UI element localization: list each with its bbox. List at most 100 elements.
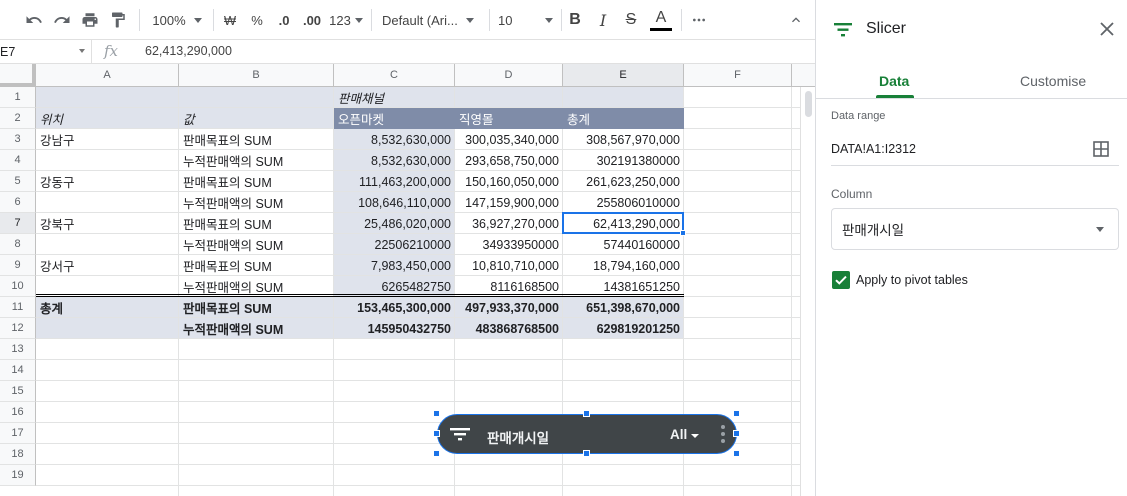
zoom-select[interactable]: 100%	[150, 6, 204, 34]
more-options-icon[interactable]	[688, 6, 710, 34]
pivot-value-cell[interactable]: 10,810,710,000	[455, 255, 563, 276]
row-header[interactable]: 17	[0, 423, 36, 444]
pivot-group-header[interactable]: 판매채널	[334, 87, 455, 108]
pivot-value-cell[interactable]: 36,927,270,000	[455, 213, 563, 234]
print-icon[interactable]	[78, 6, 102, 34]
pivot-value-cell[interactable]: 147,159,900,000	[455, 192, 563, 213]
percent-button[interactable]: %	[247, 6, 267, 34]
pivot-total-value-label[interactable]: 판매목표의 SUM	[179, 297, 334, 318]
select-all-corner[interactable]	[0, 64, 36, 87]
pivot-value-label[interactable]: 누적판매액의 SUM	[179, 234, 334, 255]
row-header[interactable]: 15	[0, 381, 36, 402]
pivot-value-label[interactable]: 판매목표의 SUM	[179, 255, 334, 276]
data-range-input[interactable]: DATA!A1:I2312	[831, 142, 916, 156]
currency-button[interactable]: ₩	[220, 6, 240, 34]
row-header[interactable]: 14	[0, 360, 36, 381]
slicer-filter-value[interactable]: All	[670, 427, 687, 442]
row-header[interactable]: 13	[0, 339, 36, 360]
row-header[interactable]: 6	[0, 192, 36, 213]
pivot-total-label[interactable]: 총계	[36, 297, 179, 318]
column-header[interactable]: B	[179, 64, 334, 87]
column-header[interactable]: A	[36, 64, 179, 87]
pivot-value-cell[interactable]: 300,035,340,000	[455, 129, 563, 150]
font-select[interactable]: Default (Ari...	[382, 6, 482, 34]
pivot-row-label[interactable]: 강남구	[36, 129, 179, 150]
pivot-value-label[interactable]: 누적판매액의 SUM	[179, 150, 334, 171]
pivot-value-label[interactable]: 누적판매액의 SUM	[179, 192, 334, 213]
pivot-value-cell[interactable]: 255806010000	[563, 192, 684, 213]
pivot-total-cell[interactable]: 629819201250	[563, 318, 684, 339]
pivot-value-cell[interactable]: 22506210000	[334, 234, 455, 255]
resize-handle[interactable]	[583, 450, 590, 457]
more-vert-icon[interactable]	[721, 424, 725, 449]
pivot-value-label[interactable]: 판매목표의 SUM	[179, 171, 334, 192]
pivot-value-label[interactable]: 판매목표의 SUM	[179, 129, 334, 150]
pivot-value-cell[interactable]: 7,983,450,000	[334, 255, 455, 276]
pivot-total-cell[interactable]: 145950432750	[334, 318, 455, 339]
strikethrough-button[interactable]: S	[621, 6, 641, 34]
pivot-value-cell[interactable]: 293,658,750,000	[455, 150, 563, 171]
pivot-value-cell[interactable]: 25,486,020,000	[334, 213, 455, 234]
row-header[interactable]: 8	[0, 234, 36, 255]
resize-handle[interactable]	[433, 430, 440, 437]
row-header[interactable]: 3	[0, 129, 36, 150]
grid-select-icon[interactable]	[1093, 141, 1109, 162]
slicer-widget[interactable]: 판매개시일 All	[433, 410, 740, 457]
pivot-total-label[interactable]	[36, 318, 179, 339]
row-header[interactable]: 1	[0, 87, 36, 108]
pivot-total-cell[interactable]: 153,465,300,000	[334, 297, 455, 318]
row-header[interactable]: 19	[0, 465, 36, 486]
row-header[interactable]: 9	[0, 255, 36, 276]
pivot-value-cell[interactable]: 57440160000	[563, 234, 684, 255]
apply-to-pivot-checkbox[interactable]	[832, 271, 850, 289]
pivot-value-cell[interactable]: 62,413,290,000	[563, 213, 684, 234]
pivot-value-label-header[interactable]: 값	[179, 108, 334, 129]
resize-handle[interactable]	[433, 410, 440, 417]
decrease-decimal-button[interactable]: .0	[272, 6, 296, 34]
pivot-total-cell[interactable]: 497,933,370,000	[455, 297, 563, 318]
pivot-value-cell[interactable]: 108,646,110,000	[334, 192, 455, 213]
pivot-total-cell[interactable]: 483868768500	[455, 318, 563, 339]
resize-handle[interactable]	[583, 410, 590, 417]
pivot-value-label[interactable]: 판매목표의 SUM	[179, 213, 334, 234]
tab-data[interactable]: Data	[879, 73, 909, 89]
pivot-row-label-header[interactable]: 위치	[36, 108, 179, 129]
pivot-value-cell[interactable]: 308,567,970,000	[563, 129, 684, 150]
more-formats-select[interactable]: 123	[328, 6, 364, 34]
chevron-down-icon[interactable]	[691, 434, 699, 438]
column-select[interactable]: 판매개시일	[831, 208, 1119, 250]
pivot-row-label[interactable]	[36, 150, 179, 171]
row-header[interactable]: 11	[0, 297, 36, 318]
fill-handle[interactable]	[680, 230, 686, 236]
row-header[interactable]: 2	[0, 108, 36, 129]
text-color-button[interactable]: A	[649, 6, 673, 34]
font-size-select[interactable]: 10	[498, 6, 553, 34]
pivot-value-cell[interactable]: 8,532,630,000	[334, 129, 455, 150]
italic-button[interactable]: I	[593, 6, 613, 34]
pivot-value-cell[interactable]: 8,532,630,000	[334, 150, 455, 171]
pivot-value-cell[interactable]: 150,160,050,000	[455, 171, 563, 192]
resize-handle[interactable]	[733, 450, 740, 457]
pivot-value-cell[interactable]: 18,794,160,000	[563, 255, 684, 276]
pivot-value-cell[interactable]: 302191380000	[563, 150, 684, 171]
pivot-total-value-label[interactable]: 누적판매액의 SUM	[179, 318, 334, 339]
column-header[interactable]: D	[455, 64, 563, 87]
row-header[interactable]: 12	[0, 318, 36, 339]
resize-handle[interactable]	[733, 410, 740, 417]
name-box[interactable]: E7	[0, 40, 92, 63]
pivot-value-cell[interactable]: 34933950000	[455, 234, 563, 255]
increase-decimal-button[interactable]: .00	[300, 6, 324, 34]
column-header[interactable]: C	[334, 64, 455, 87]
formula-input[interactable]: 62,413,290,000	[145, 44, 232, 58]
pivot-row-label[interactable]: 강북구	[36, 213, 179, 234]
row-header[interactable]: 18	[0, 444, 36, 465]
pivot-row-label[interactable]: 강동구	[36, 171, 179, 192]
collapse-toolbar-icon[interactable]	[785, 6, 807, 34]
pivot-value-cell[interactable]: 261,623,250,000	[563, 171, 684, 192]
pivot-column-header[interactable]: 총계	[563, 108, 684, 129]
close-icon[interactable]	[1100, 22, 1114, 41]
tab-customise[interactable]: Customise	[1020, 73, 1086, 89]
row-header[interactable]: 16	[0, 402, 36, 423]
column-header[interactable]: E	[563, 64, 684, 87]
pivot-column-header[interactable]: 오픈마켓	[334, 108, 455, 129]
